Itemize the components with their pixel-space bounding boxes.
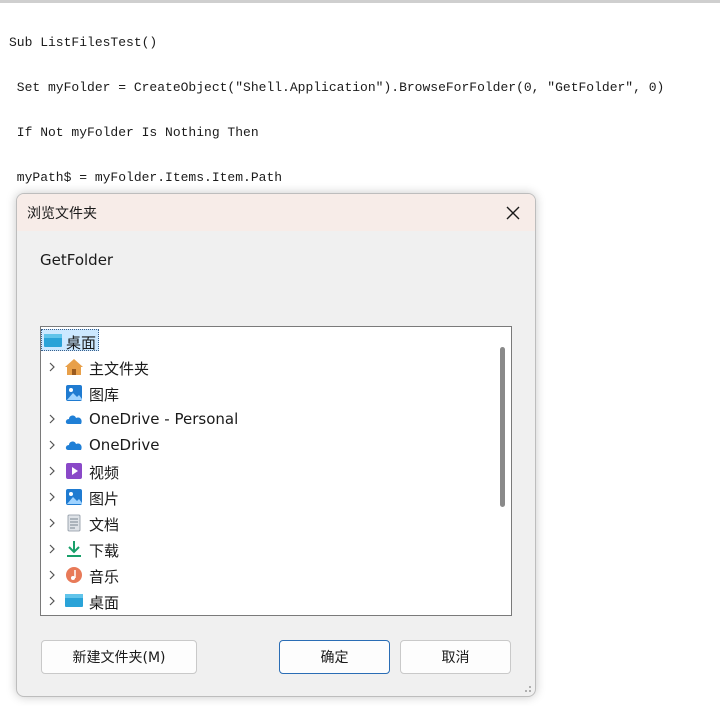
code-line: myPath$ = myFolder.Items.Item.Path xyxy=(9,170,283,185)
chevron-right-icon[interactable] xyxy=(45,542,59,556)
new-folder-button[interactable]: 新建文件夹(M) xyxy=(41,640,197,674)
tree-item-videos[interactable]: 视频 xyxy=(41,458,493,484)
home-icon xyxy=(65,359,83,375)
chevron-right-icon[interactable] xyxy=(45,412,59,426)
window-top-border xyxy=(0,0,720,3)
gallery-icon xyxy=(66,385,82,401)
browse-folder-dialog: 浏览文件夹 GetFolder 桌面 主文件夹 图库 OneDrive - Pe… xyxy=(16,193,536,697)
tree-item-label: 音乐 xyxy=(89,568,120,586)
code-line: Sub ListFilesTest() xyxy=(9,35,158,50)
tree-item-onedrive[interactable]: OneDrive xyxy=(41,432,493,458)
chevron-right-icon[interactable] xyxy=(45,360,59,374)
dialog-title: 浏览文件夹 xyxy=(27,206,97,222)
dialog-titlebar[interactable]: 浏览文件夹 xyxy=(17,194,535,231)
tree-item-label: 桌面 xyxy=(89,594,120,612)
desktop-icon xyxy=(65,594,83,607)
code-line: Set myFolder = CreateObject("Shell.Appli… xyxy=(9,80,665,95)
tree-item-pictures[interactable]: 图片 xyxy=(41,484,493,510)
tree-item-downloads[interactable]: 下载 xyxy=(41,536,493,562)
onedrive-icon xyxy=(65,441,82,450)
chevron-right-icon[interactable] xyxy=(45,594,59,608)
tree-item-label: 下载 xyxy=(89,542,120,560)
tree-item-label: 图库 xyxy=(89,386,120,404)
close-icon xyxy=(506,206,520,219)
video-icon xyxy=(66,463,82,479)
resize-grip-icon[interactable] xyxy=(522,683,532,693)
code-line: If Not myFolder Is Nothing Then xyxy=(9,125,259,140)
tree-item-gallery[interactable]: 图库 xyxy=(41,380,493,406)
close-button[interactable] xyxy=(491,194,535,231)
tree-root-desktop[interactable]: 桌面 xyxy=(41,328,493,354)
dialog-description: GetFolder xyxy=(40,251,114,269)
pictures-icon xyxy=(66,489,82,505)
onedrive-icon xyxy=(65,415,82,424)
scrollbar-thumb[interactable] xyxy=(500,347,505,507)
desktop-icon xyxy=(44,334,62,347)
chevron-right-icon[interactable] xyxy=(45,490,59,504)
tree-item-label: 文档 xyxy=(89,516,120,534)
chevron-right-icon[interactable] xyxy=(45,516,59,530)
tree-item-home[interactable]: 主文件夹 xyxy=(41,354,493,380)
tree-item-label: 桌面 xyxy=(66,334,97,352)
tree-item-label: 图片 xyxy=(89,490,120,508)
tree-item-label: OneDrive - Personal xyxy=(89,410,239,428)
folder-tree[interactable]: 桌面 主文件夹 图库 OneDrive - Personal OneDrive … xyxy=(40,326,512,616)
chevron-right-icon[interactable] xyxy=(45,568,59,582)
vertical-scrollbar[interactable] xyxy=(494,327,511,615)
tree-item-onedrive-personal[interactable]: OneDrive - Personal xyxy=(41,406,493,432)
documents-icon xyxy=(67,514,81,532)
tree-item-label: 视频 xyxy=(89,464,120,482)
tree-item-label: 主文件夹 xyxy=(89,360,150,378)
chevron-right-icon[interactable] xyxy=(45,464,59,478)
tree-item-desktop[interactable]: 桌面 xyxy=(41,588,493,614)
tree-item-documents[interactable]: 文档 xyxy=(41,510,493,536)
ok-button[interactable]: 确定 xyxy=(279,640,390,674)
tree-item-label: OneDrive xyxy=(89,436,160,454)
cancel-button[interactable]: 取消 xyxy=(400,640,511,674)
tree-item-music[interactable]: 音乐 xyxy=(41,562,493,588)
chevron-right-icon[interactable] xyxy=(45,438,59,452)
music-icon xyxy=(66,567,82,583)
download-icon xyxy=(67,541,81,557)
